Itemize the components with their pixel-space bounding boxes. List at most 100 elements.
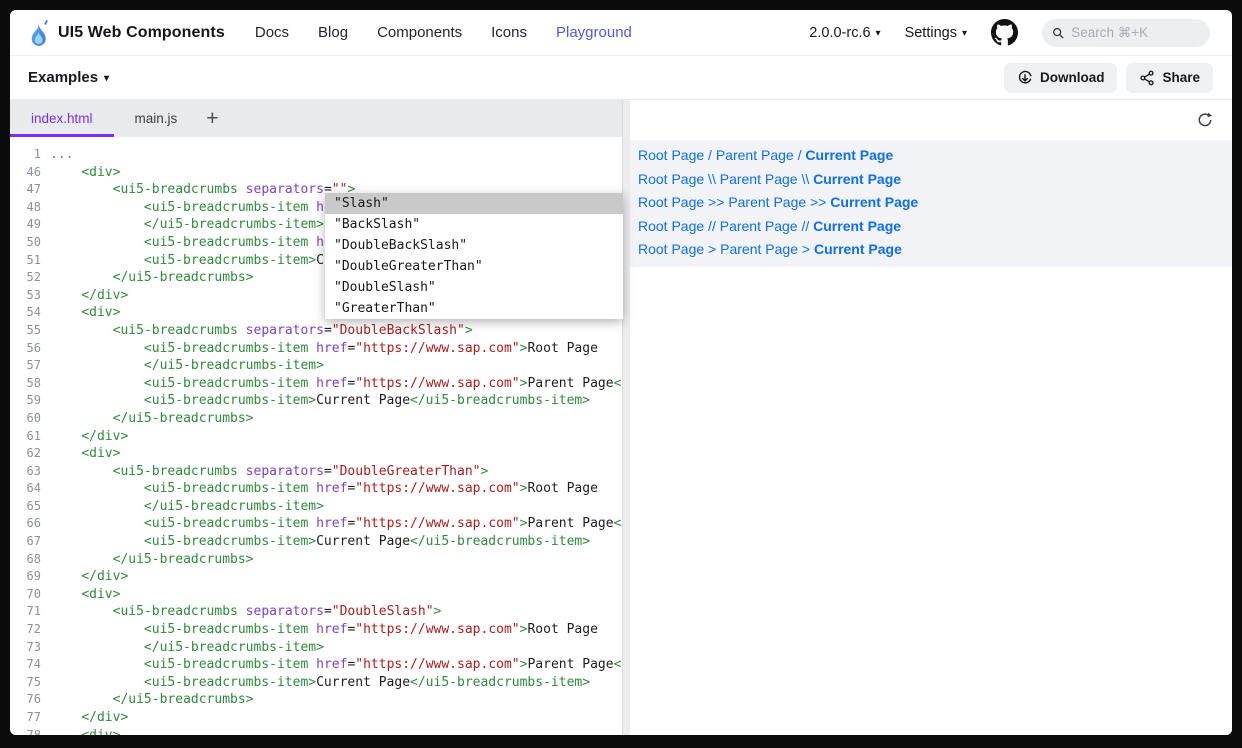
line-number: 59 <box>10 392 50 410</box>
breadcrumb-link[interactable]: Parent Page <box>720 241 798 257</box>
breadcrumb-current: Current Page <box>814 241 902 257</box>
version-dropdown[interactable]: 2.0.0-rc.6 ▾ <box>809 25 880 41</box>
line-number: 50 <box>10 234 50 252</box>
line-number: 48 <box>10 199 50 217</box>
breadcrumb-link[interactable]: Parent Page <box>720 218 798 234</box>
examples-dropdown[interactable]: Examples ▾ <box>28 69 109 86</box>
autocomplete-item[interactable]: "DoubleGreaterThan" <box>325 256 623 277</box>
line-number: 73 <box>10 639 50 657</box>
nav-item-docs[interactable]: Docs <box>255 24 289 41</box>
line-number: 46 <box>10 164 50 182</box>
pane-divider[interactable] <box>622 100 630 735</box>
breadcrumb-current: Current Page <box>813 171 901 187</box>
line-number: 61 <box>10 428 50 446</box>
code-text: ... <box>50 146 73 164</box>
line-number: 63 <box>10 463 50 481</box>
code-line: 70 <div> <box>10 586 622 604</box>
breadcrumbs-panel: Root Page / Parent Page / Current PageRo… <box>630 140 1232 267</box>
code-line: 75 <ui5-breadcrumbs-item>Current Page</u… <box>10 674 622 692</box>
share-label: Share <box>1162 70 1200 85</box>
autocomplete-item[interactable]: "DoubleBackSlash" <box>325 235 623 256</box>
autocomplete-item[interactable]: "BackSlash" <box>325 214 623 235</box>
github-icon[interactable] <box>991 19 1018 46</box>
tab-main.js[interactable]: main.js <box>114 100 199 137</box>
line-number: 54 <box>10 304 50 322</box>
code-text: </ui5-breadcrumbs> <box>50 551 254 569</box>
code-line: 1... <box>10 146 622 164</box>
add-tab-button[interactable]: + <box>200 100 224 137</box>
line-number: 64 <box>10 480 50 498</box>
main-split: index.htmlmain.js + 1...46 <div>47 <ui5-… <box>10 100 1232 735</box>
share-button[interactable]: Share <box>1126 63 1213 93</box>
autocomplete-item[interactable]: "Slash" <box>325 193 623 214</box>
autocomplete-item[interactable]: "DoubleSlash" <box>325 277 623 298</box>
breadcrumb-row: Root Page >> Parent Page >> Current Page <box>638 191 1220 215</box>
code-line: 60 </ui5-breadcrumbs> <box>10 410 622 428</box>
code-text: </div> <box>50 568 128 586</box>
chevron-down-icon: ▾ <box>876 28 881 39</box>
code-text: </ui5-breadcrumbs> <box>50 410 254 428</box>
breadcrumb-separator: // <box>704 218 720 234</box>
code-line: 71 <ui5-breadcrumbs separators="DoubleSl… <box>10 603 622 621</box>
editor-tabs: index.htmlmain.js <box>10 100 198 137</box>
code-text: <div> <box>50 164 120 182</box>
code-text: <ui5-breadcrumbs-item href="https://www.… <box>50 656 622 674</box>
code-line: 57 </ui5-breadcrumbs-item> <box>10 357 622 375</box>
nav-item-components[interactable]: Components <box>377 24 462 41</box>
line-number: 74 <box>10 656 50 674</box>
code-text: <ui5-breadcrumbs-item href="https://www.… <box>50 375 622 393</box>
line-number: 76 <box>10 691 50 709</box>
line-number: 69 <box>10 568 50 586</box>
breadcrumb-link[interactable]: Parent Page <box>720 171 798 187</box>
code-text: <ui5-breadcrumbs-item href="https://www.… <box>50 340 598 358</box>
code-text: <ui5-breadcrumbs-item>Current Page</ui5-… <box>50 533 590 551</box>
preview-toolbar <box>630 100 1232 140</box>
examples-toolbar: Examples ▾ Download Share <box>10 56 1232 100</box>
code-text: <ui5-breadcrumbs separators=""> <box>50 181 355 199</box>
nav-item-icons[interactable]: Icons <box>491 24 527 41</box>
tab-index.html[interactable]: index.html <box>10 100 114 137</box>
line-number: 57 <box>10 357 50 375</box>
line-number: 68 <box>10 551 50 569</box>
code-line: 56 <ui5-breadcrumbs-item href="https://w… <box>10 340 622 358</box>
code-line: 63 <ui5-breadcrumbs separators="DoubleGr… <box>10 463 622 481</box>
line-number: 49 <box>10 216 50 234</box>
code-line: 59 <ui5-breadcrumbs-item>Current Page</u… <box>10 392 622 410</box>
search-input[interactable] <box>1071 25 1200 40</box>
ui5-flame-logo-icon[interactable] <box>28 19 49 47</box>
autocomplete-item[interactable]: "GreaterThan" <box>325 298 623 319</box>
code-line: 74 <ui5-breadcrumbs-item href="https://w… <box>10 656 622 674</box>
chevron-down-icon: ▾ <box>962 28 967 39</box>
breadcrumb-link[interactable]: Parent Page <box>728 194 806 210</box>
line-number: 66 <box>10 515 50 533</box>
breadcrumb-link[interactable]: Root Page <box>638 147 704 163</box>
line-number: 71 <box>10 603 50 621</box>
breadcrumb-link[interactable]: Parent Page <box>716 147 794 163</box>
breadcrumb-row: Root Page \\ Parent Page \\ Current Page <box>638 168 1220 192</box>
nav-item-blog[interactable]: Blog <box>318 24 348 41</box>
breadcrumb-link[interactable]: Root Page <box>638 171 704 187</box>
download-button[interactable]: Download <box>1004 63 1118 93</box>
nav-item-playground[interactable]: Playground <box>556 24 632 41</box>
breadcrumb-link[interactable]: Root Page <box>638 241 704 257</box>
breadcrumb-separator: > <box>798 241 814 257</box>
settings-dropdown[interactable]: Settings ▾ <box>905 25 967 41</box>
autocomplete-popup: "Slash""BackSlash""DoubleBackSlash""Doub… <box>325 193 623 319</box>
brand-title[interactable]: UI5 Web Components <box>58 24 225 42</box>
code-text: </div> <box>50 709 128 727</box>
top-navigation-bar: UI5 Web Components Docs Blog Components Ico… <box>10 10 1232 56</box>
code-text: <ui5-breadcrumbs separators="DoubleSlash… <box>50 603 441 621</box>
toolbar-actions: Download Share <box>1004 63 1213 93</box>
code-text: <ui5-breadcrumbs-item href="https://www.… <box>50 480 598 498</box>
code-text: <div> <box>50 586 120 604</box>
breadcrumb-link[interactable]: Root Page <box>638 218 704 234</box>
search-box[interactable] <box>1042 19 1210 47</box>
code-text: </ui5-breadcrumbs> <box>50 691 254 709</box>
preview-pane: Root Page / Parent Page / Current PageRo… <box>630 100 1232 735</box>
breadcrumb-current: Current Page <box>830 194 918 210</box>
breadcrumb-link[interactable]: Root Page <box>638 194 704 210</box>
version-label: 2.0.0-rc.6 <box>809 25 870 41</box>
code-line: 72 <ui5-breadcrumbs-item href="https://w… <box>10 621 622 639</box>
breadcrumb-separator: \\ <box>704 171 720 187</box>
refresh-icon[interactable] <box>1197 112 1213 128</box>
